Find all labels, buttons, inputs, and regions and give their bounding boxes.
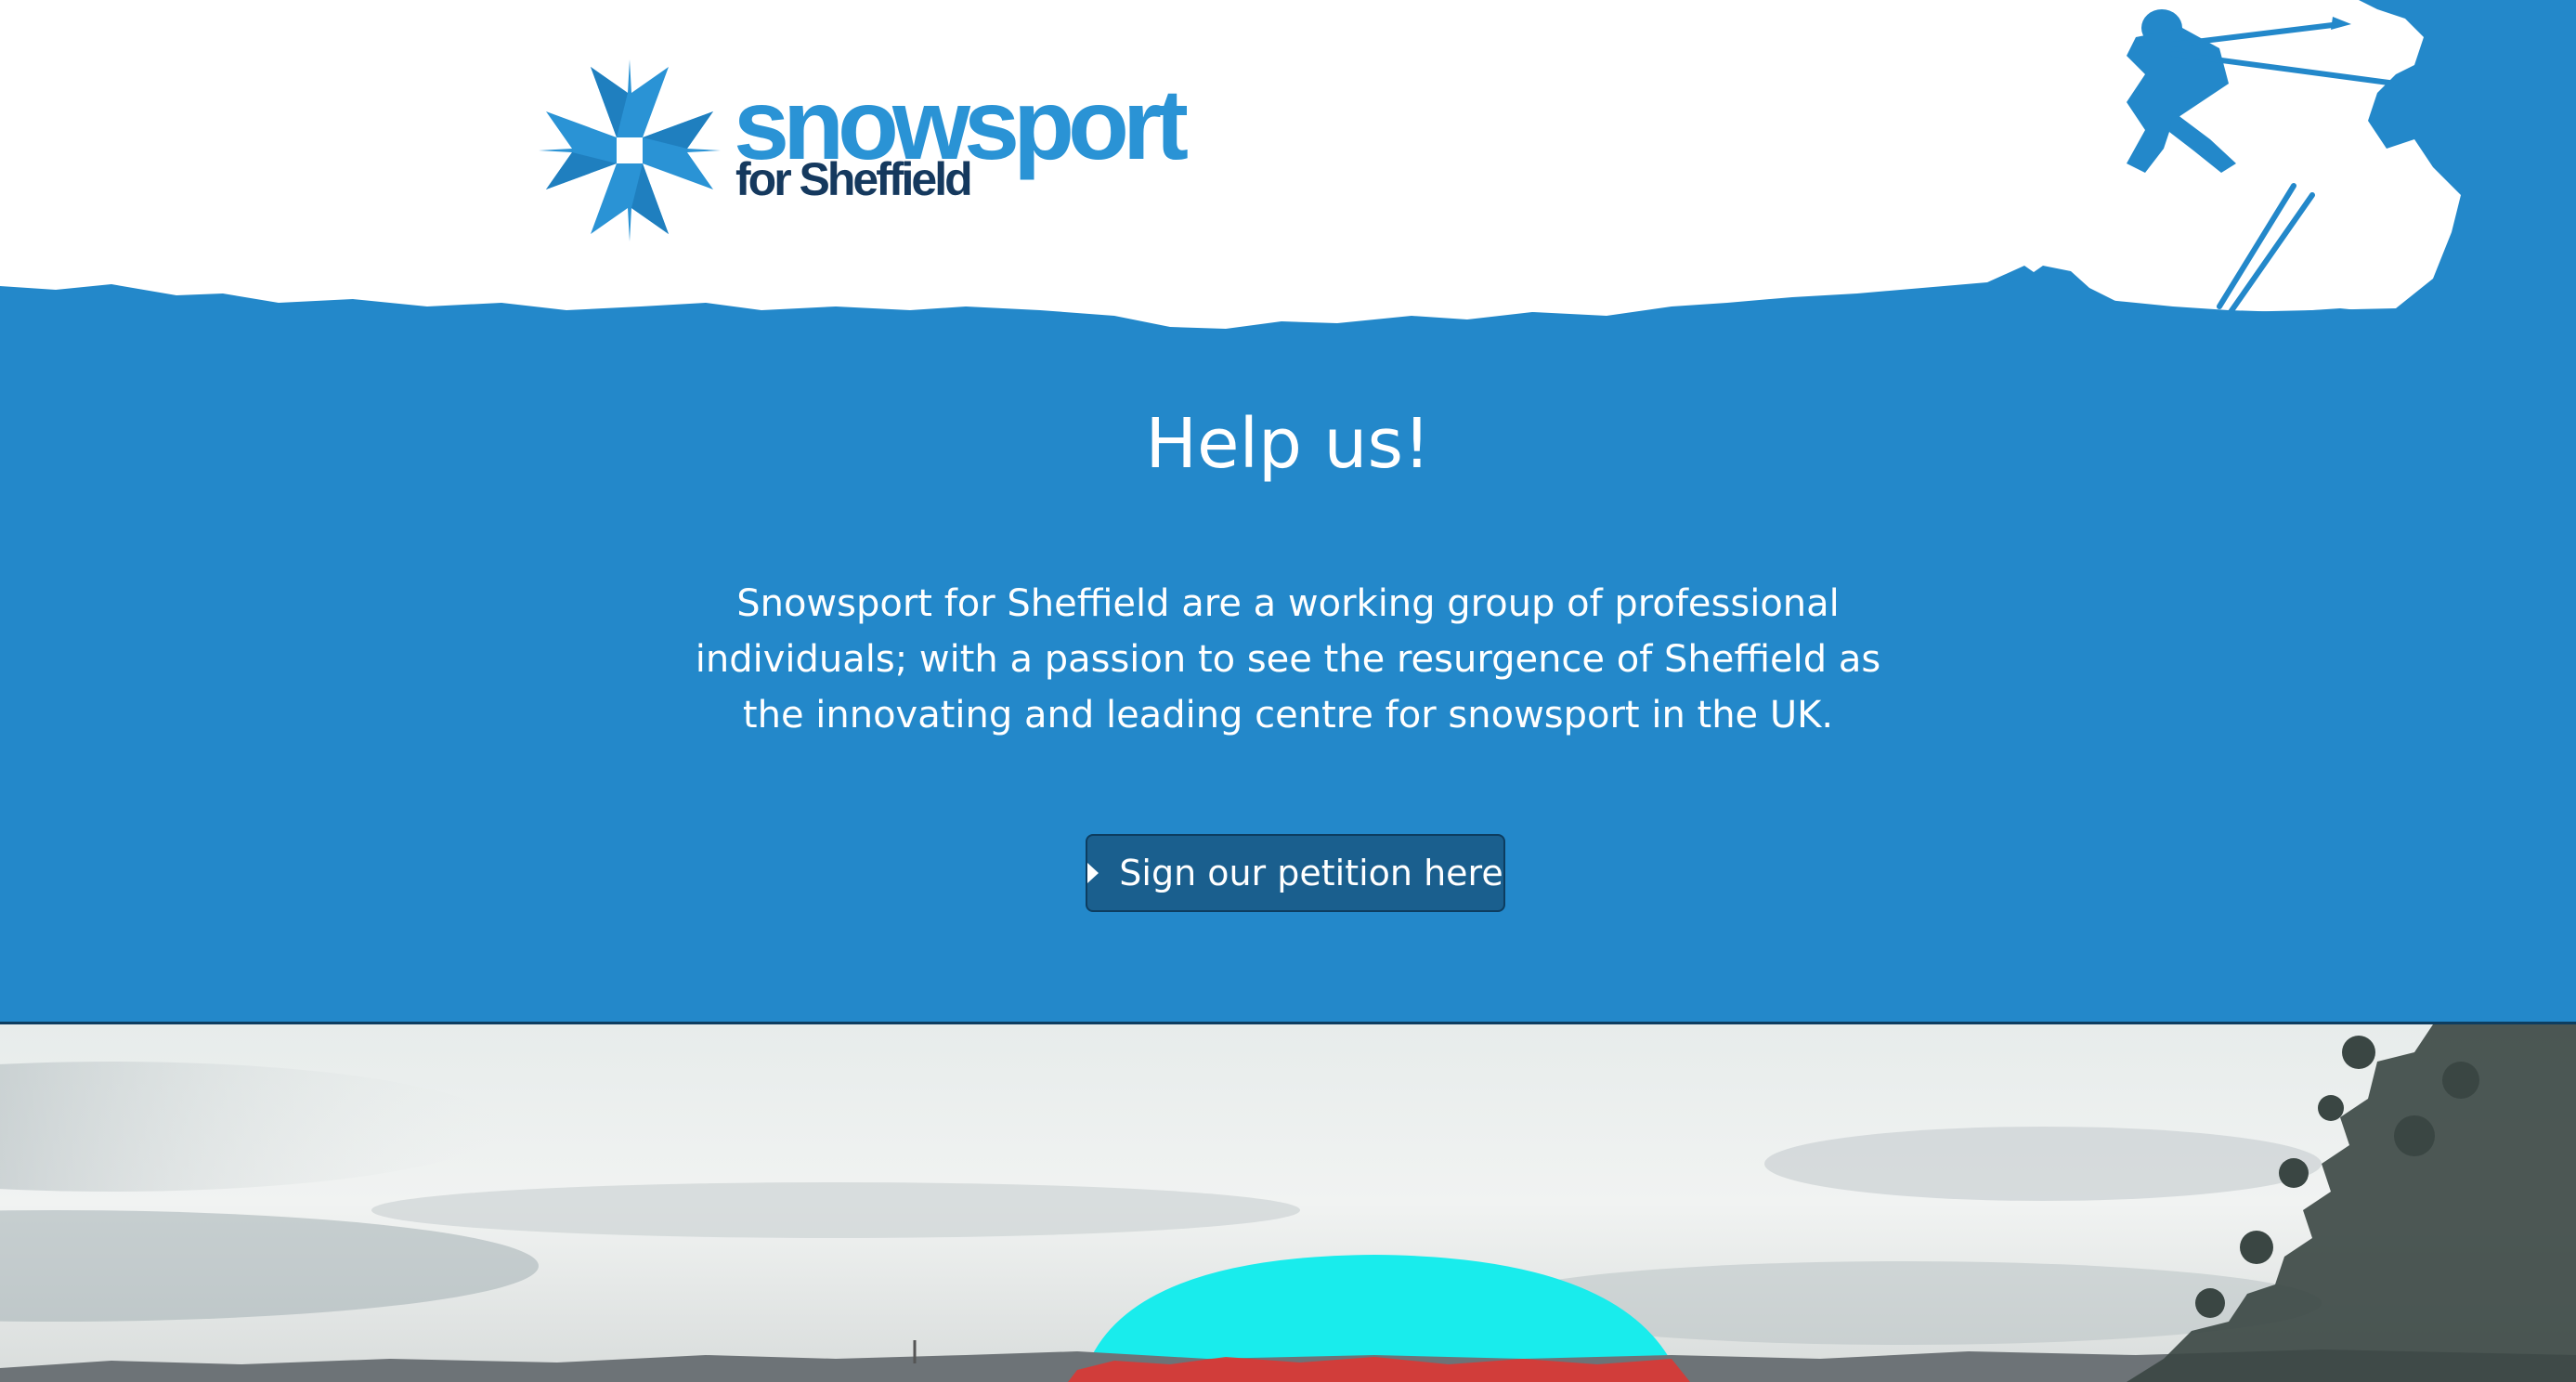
help-section: Help us! Snowsport for Sheffield are a w… [0,338,2576,1023]
sign-petition-button[interactable]: Sign our petition here [1086,834,1505,912]
site-header: snowsport for Sheffield [0,0,2576,353]
intro-paragraph: Snowsport for Sheffield are a working gr… [695,582,1881,737]
sheffield-skyline-photo [0,1024,2576,1382]
skier-silhouette-icon [1987,0,2576,353]
section-heading: Help us! [1145,404,1431,484]
petition-button-label: Sign our petition here [1119,853,1503,893]
photo-illustration [0,1024,2576,1382]
logo-subtitle: for Sheffield [735,153,973,205]
snowflake-cross-logo-icon [539,59,721,241]
caret-right-icon [1087,863,1099,883]
site-logo[interactable]: snowsport for Sheffield [537,58,1189,243]
